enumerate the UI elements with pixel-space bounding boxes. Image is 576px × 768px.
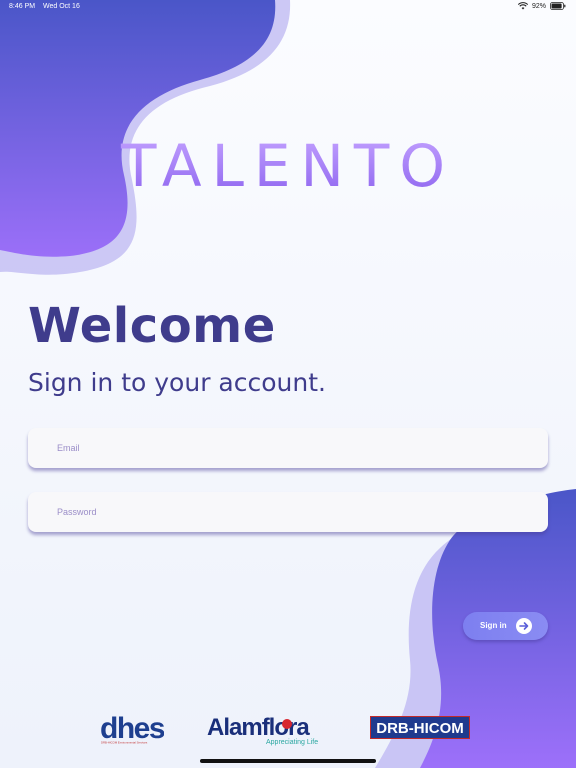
dhes-logo-tagline: DRB-HICOM Environmental Services [101, 741, 148, 745]
alamflora-logo-text: Alamflora [207, 714, 310, 741]
dhes-logo: dhes DRB-HICOM Environmental Services [100, 712, 164, 745]
alamflora-tagline: Appreciating Life [266, 739, 318, 746]
password-field[interactable] [28, 492, 548, 532]
status-date: Wed Oct 16 [43, 3, 80, 10]
arrow-right-icon [516, 618, 532, 634]
battery-percent: 92% [531, 2, 546, 10]
battery-icon [550, 2, 566, 10]
alamflora-flower-icon [282, 719, 292, 729]
home-indicator [200, 759, 376, 763]
welcome-subtitle: Sign in to your account. [28, 368, 326, 397]
wifi-icon [517, 2, 528, 10]
app-name: TALENTO [120, 132, 455, 200]
app-logo: TALENTO [120, 132, 455, 200]
status-right: 92% [517, 2, 566, 10]
drb-hicom-logo-text: DRB-HICOM [376, 720, 464, 737]
password-input[interactable] [28, 492, 548, 532]
email-input[interactable] [28, 428, 548, 468]
status-time: 8:46 PM [9, 3, 36, 10]
sign-in-label: Sign in [480, 621, 507, 630]
top-wave-main [0, 0, 276, 257]
welcome-title: Welcome [28, 298, 276, 354]
drb-hicom-logo: DRB-HICOM [370, 716, 470, 739]
email-field[interactable] [28, 428, 548, 468]
status-bar: 8:46 PM Wed Oct 16 92% [0, 0, 576, 14]
alamflora-logo: Alamflora Appreciating Life [207, 714, 318, 746]
sign-in-button[interactable]: Sign in [463, 612, 548, 640]
